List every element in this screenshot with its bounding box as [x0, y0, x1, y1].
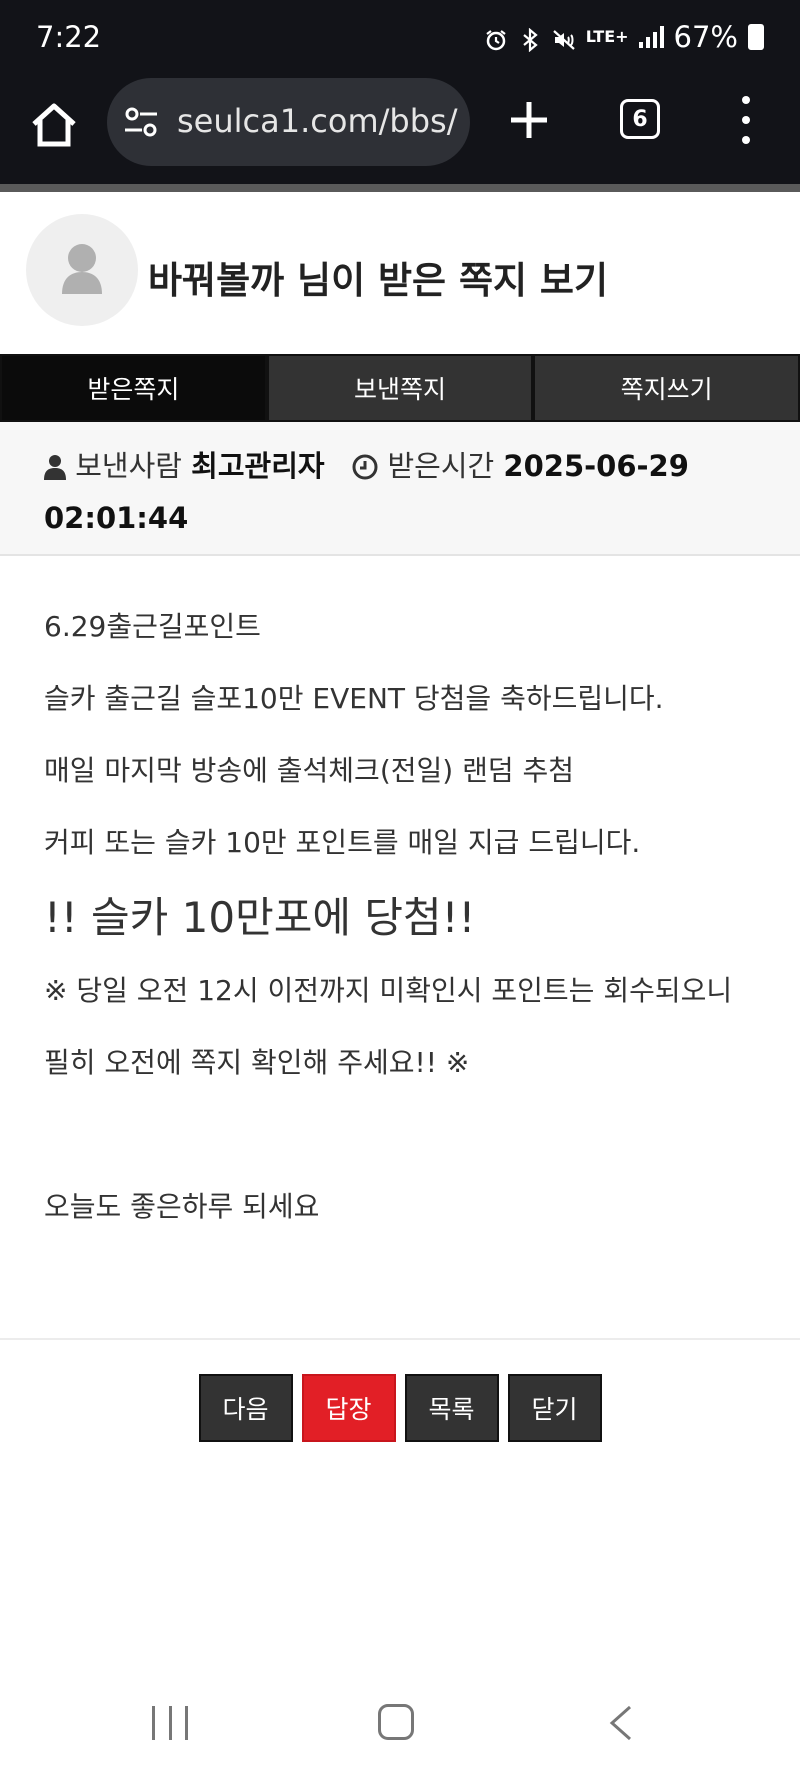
list-button[interactable]: 목록 [404, 1374, 499, 1442]
back-icon[interactable] [606, 1704, 636, 1742]
home-icon[interactable] [24, 96, 84, 156]
next-button[interactable]: 다음 [198, 1374, 293, 1442]
sender-name: 최고관리자 [191, 449, 325, 483]
signal-icon [638, 26, 664, 48]
message-highlight: !! 슬카 10만포에 당첨!! [44, 893, 476, 942]
site-settings-icon[interactable] [123, 106, 159, 138]
network-label: LTE+ [585, 27, 629, 46]
tab-write[interactable]: 쪽지쓰기 [533, 354, 800, 422]
battery-icon [748, 24, 764, 50]
page-header: 바꿔볼까 님이 받은 쪽지 보기 [0, 192, 800, 354]
bluetooth-icon [518, 25, 542, 53]
tab-received[interactable]: 받은쪽지 [0, 354, 267, 422]
message-line: 매일 마지막 방송에 출석체크(전일) 랜덤 추첨 [44, 754, 575, 787]
message-meta: 보낸사람 최고관리자 받은시간 2025-06-29 02:01:44 [0, 422, 800, 556]
action-buttons: 다음 답장 목록 닫기 [0, 1374, 800, 1442]
user-icon [44, 446, 66, 494]
url-text: seulca1.com/bbs/ [177, 102, 458, 140]
alarm-icon [484, 25, 508, 51]
home-nav-icon[interactable] [378, 1704, 414, 1740]
battery-percent: 67% [673, 20, 738, 54]
status-icons: LTE+ 67% [484, 20, 764, 54]
status-bar: 7:22 LTE+ 67% [0, 0, 800, 76]
message-line: 6.29출근길포인트 [44, 610, 261, 643]
message-notice-2: 필히 오전에 쪽지 확인해 주세요!! ※ [44, 1046, 470, 1079]
tab-switcher-button[interactable]: 6 [620, 99, 660, 139]
close-button[interactable]: 닫기 [507, 1374, 602, 1442]
user-icon [62, 244, 102, 294]
recent-apps-icon[interactable] [152, 1706, 188, 1740]
tab-sent[interactable]: 보낸쪽지 [266, 354, 534, 422]
sender-label: 보낸사람 [75, 449, 182, 483]
message-closing: 오늘도 좋은하루 되세요 [44, 1190, 320, 1223]
browser-toolbar: seulca1.com/bbs/ 6 [0, 76, 800, 184]
clock-icon [352, 446, 378, 494]
more-menu-icon[interactable] [730, 96, 762, 144]
message-body: 6.29출근길포인트 슬카 출근길 슬포10만 EVENT 당첨을 축하드립니다… [0, 556, 800, 1340]
avatar [26, 214, 138, 326]
message-line: 커피 또는 슬카 10만 포인트를 매일 지급 드립니다. [44, 826, 641, 859]
page-title: 바꿔볼까 님이 받은 쪽지 보기 [148, 259, 609, 302]
toolbar-divider [0, 184, 800, 192]
message-line: 슬카 출근길 슬포10만 EVENT 당첨을 축하드립니다. [44, 682, 664, 715]
address-bar[interactable]: seulca1.com/bbs/ [107, 78, 470, 166]
status-time: 7:22 [36, 20, 102, 54]
received-label: 받은시간 [387, 449, 495, 483]
memo-tabs: 받은쪽지 보낸쪽지 쪽지쓰기 [0, 354, 800, 422]
reply-button[interactable]: 답장 [301, 1374, 396, 1442]
mute-icon [552, 25, 576, 50]
message-notice: ※ 당일 오전 12시 이전까지 미확인시 포인트는 회수되오니 [44, 974, 733, 1007]
system-nav-bar [0, 1670, 800, 1778]
new-tab-icon[interactable] [505, 96, 553, 144]
